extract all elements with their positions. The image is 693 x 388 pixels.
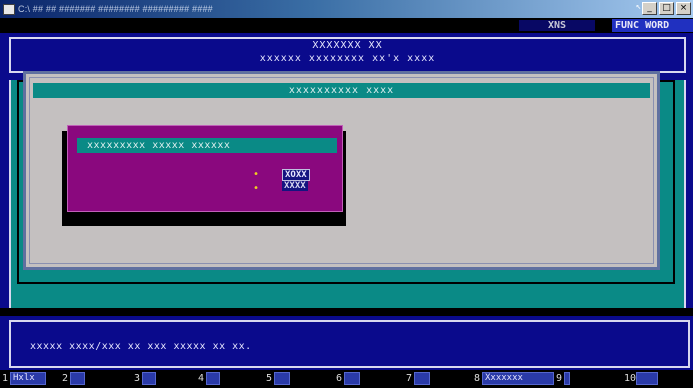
function-key-bar: 1 Hxlx 2 3 4 5 6 7 8 Xxxxxxx 9 10 (0, 370, 693, 388)
fkey-4[interactable] (206, 372, 220, 385)
report-subtitle: xxxxxx xxxxxxxx xx'x xxxx (259, 53, 436, 64)
window-controls: _ □ × (642, 2, 691, 15)
window-title: C:\ ## ## ####### ######## ######### ###… (18, 4, 213, 14)
fkey-9[interactable] (564, 372, 570, 385)
bullet-icon: • (253, 183, 260, 194)
dialog-title: xxxxxxxxx xxxxx xxxxxx (77, 138, 337, 153)
option-yes[interactable]: XOXX (282, 169, 310, 181)
fkey-number: 6 (336, 373, 343, 384)
bottom-divider (0, 308, 693, 316)
fkey-1[interactable]: Hxlx (10, 372, 46, 385)
fkey-number: 7 (406, 373, 413, 384)
header-panel: XXXXXXX XX xxxxxx xxxxxxxx xx'x xxxx (9, 37, 686, 73)
fkey-2[interactable] (70, 372, 85, 385)
fkey-6[interactable] (344, 372, 360, 385)
option-no[interactable]: XXXX (282, 181, 308, 191)
fkey-number: 8 (474, 373, 481, 384)
window-titlebar: C:\ ## ## ####### ######## ######### ###… (0, 0, 693, 18)
cursor-icon: ↖ (635, 2, 641, 12)
minimize-button[interactable]: _ (642, 2, 657, 15)
fkey-number: 1 (2, 373, 9, 384)
fkey-number: 10 (624, 373, 637, 384)
func-indicator: FUNC WORD (612, 19, 693, 32)
fkey-number: 9 (556, 373, 563, 384)
close-button[interactable]: × (676, 2, 691, 15)
fkey-10[interactable] (636, 372, 658, 385)
fkey-7[interactable] (414, 372, 430, 385)
fkey-5[interactable] (274, 372, 290, 385)
fkey-number: 2 (62, 373, 69, 384)
fkey-number: 3 (134, 373, 141, 384)
company-name: XXXXXXX XX (312, 40, 383, 51)
message-panel: xxxxx xxxx/xxx xx xxx xxxxx xx xx. (9, 320, 690, 368)
confirm-dialog: xxxxxxxxx xxxxx xxxxxx • • XOXX XXXX (67, 125, 343, 212)
fkey-number: 4 (198, 373, 205, 384)
fkey-8[interactable]: Xxxxxxx (482, 372, 554, 385)
fkey-number: 5 (266, 373, 273, 384)
panel-title: xxxxxxxxxx xxxx (33, 83, 650, 98)
maximize-button[interactable]: □ (659, 2, 674, 15)
fkey-3[interactable] (142, 372, 156, 385)
message-text: xxxxx xxxx/xxx xx xxx xxxxx xx xx. (30, 341, 252, 352)
mode-indicator: XNS (519, 20, 595, 31)
app-icon[interactable] (3, 3, 15, 15)
status-row: XNS FUNC WORD (0, 18, 693, 33)
bullet-icon: • (253, 169, 260, 180)
